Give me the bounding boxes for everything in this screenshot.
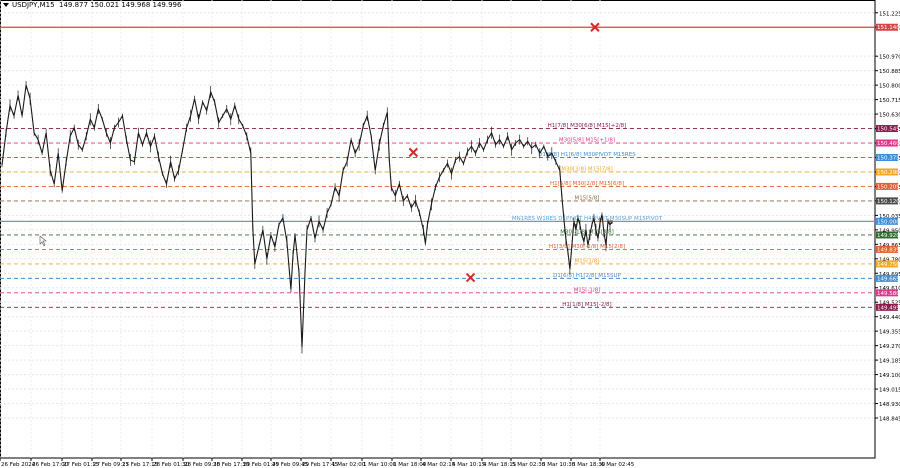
price-tag-label: 150.545: [877, 127, 900, 133]
x-tick-label: 26 Feb 2024: [1, 462, 36, 468]
signal-x-marker: [408, 147, 419, 158]
y-tick-label: 149.185: [879, 359, 900, 365]
price-tag-label: 150.375: [877, 155, 900, 161]
y-tick-label: 149.100: [879, 373, 900, 379]
y-tick-label: 148.845: [879, 416, 900, 422]
price-tag-label: 150.000: [877, 219, 900, 225]
y-tick-label: 150.800: [879, 84, 900, 90]
price-tag-label: 150.205: [877, 184, 900, 190]
x-tick-label: 4 Mar 02:15: [422, 462, 456, 468]
y-tick-label: 149.270: [879, 344, 900, 350]
level-label: D1[6/8] H1[2/8] M15SUP: [553, 273, 621, 279]
y-tick-label: 150.630: [879, 113, 900, 119]
level-label: M30[3/8] M15[7/8]: [561, 166, 613, 172]
level-label: H1[7/8] M30[6/8] M15[+2/8]: [548, 123, 627, 129]
x-tick-label: 1 Mar 10:00: [363, 462, 397, 468]
level-label: H1[1/8] M15[-2/8]: [562, 302, 611, 308]
x-tick-label: 4 Mar 10:15: [452, 462, 486, 468]
x-tick-label: 5 Mar 10:30: [542, 462, 576, 468]
x-tick-label: 6 Mar 02:45: [601, 462, 635, 468]
level-label: M15[5/8]: [575, 195, 600, 201]
price-tag-label: 150.290: [877, 170, 900, 176]
price-tag-label: 151.140: [877, 25, 900, 31]
y-tick-label: 150.715: [879, 98, 900, 104]
level-label: M15[-1/8]: [574, 287, 601, 293]
y-tick-label: 148.930: [879, 402, 900, 408]
x-tick-label: 1 Mar 02:00: [332, 462, 366, 468]
y-tick-label: 151.225: [879, 11, 900, 17]
price-tag-label: 150.120: [877, 199, 900, 205]
level-label: MN1RES W1RES D1PIVOT H4PIVOT M30SUP M15P…: [512, 216, 663, 222]
price-tag-label: 149.835: [877, 247, 900, 253]
price-tag-label: 149.750: [877, 262, 900, 268]
y-tick-label: 150.885: [879, 69, 900, 75]
price-tag-label: 150.460: [877, 141, 900, 147]
y-tick-label: 149.355: [879, 330, 900, 336]
price-tag-label: 149.580: [877, 291, 900, 297]
price-tag-label: 149.495: [877, 305, 900, 311]
signal-x-marker: [465, 272, 476, 283]
price-tag-label: 149.665: [877, 276, 900, 282]
y-tick-label: 149.440: [879, 315, 900, 321]
level-label: M15[1/8]: [575, 258, 600, 264]
price-tag-label: 149.920: [877, 233, 900, 239]
x-tick-label: 5 Mar 02:30: [512, 462, 546, 468]
level-label: M30[5/8] M15[+1/8]: [559, 138, 615, 144]
level-label: H1[3/8] M30[-2/8] M15[2/8]: [549, 244, 625, 250]
price-chart[interactable]: 151.225 151.140 150.970 150.885 150.800 150.7…: [0, 0, 900, 468]
y-tick-label: 149.015: [879, 388, 900, 394]
y-tick-label: 150.970: [879, 55, 900, 61]
